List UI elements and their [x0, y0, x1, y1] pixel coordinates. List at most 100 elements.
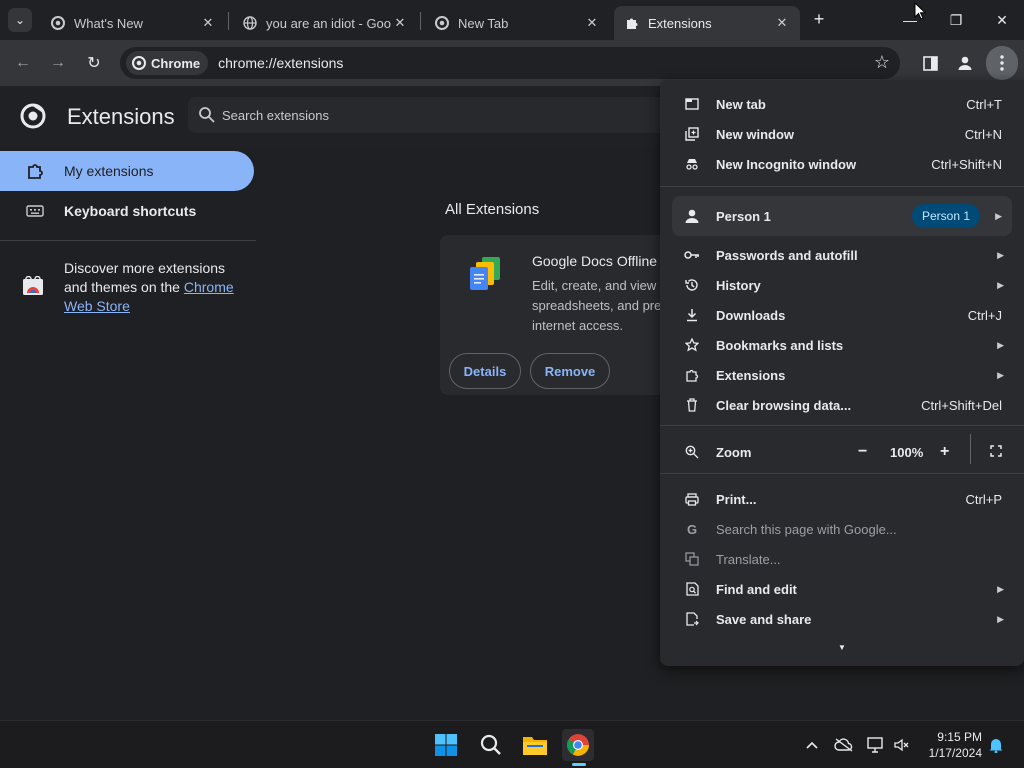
volume-button[interactable] — [892, 735, 912, 755]
download-icon — [684, 307, 700, 323]
new-tab-button[interactable]: + — [808, 8, 830, 32]
submenu-arrow-icon: ▶ — [997, 369, 1004, 380]
incognito-icon — [684, 156, 700, 172]
submenu-arrow-icon: ▶ — [997, 249, 1004, 260]
chevron-up-icon — [806, 741, 818, 749]
active-app-indicator — [572, 763, 586, 766]
maximize-button[interactable]: ❐ — [936, 8, 976, 32]
chrome-menu-button[interactable] — [986, 46, 1018, 80]
discover-more-text: Discover more extensions and themes on t… — [64, 259, 244, 316]
tab-close-icon[interactable]: ✕ — [392, 15, 408, 31]
chrome-taskbar-button[interactable] — [562, 729, 594, 761]
chip-label: Chrome — [151, 55, 201, 71]
menu-item-label: New tab — [716, 96, 766, 112]
menu-item-downloads[interactable]: Downloads Ctrl+J — [660, 300, 1024, 330]
menu-item-passwords[interactable]: Passwords and autofill ▶ — [660, 240, 1024, 270]
menu-item-shortcut: Ctrl+P — [965, 491, 1002, 507]
menu-divider — [660, 473, 1024, 474]
details-button[interactable]: Details — [449, 353, 521, 389]
person-badge: Person 1 — [911, 204, 980, 228]
tab-extensions[interactable]: Extensions ✕ — [614, 6, 800, 40]
menu-item-clear-browsing-data[interactable]: Clear browsing data... Ctrl+Shift+Del — [660, 390, 1024, 420]
reload-button[interactable]: ↻ — [81, 50, 107, 76]
menu-item-label: Extensions — [716, 367, 786, 383]
tab-title: What's New — [74, 15, 143, 31]
globe-icon — [242, 15, 258, 31]
zoom-level: 100% — [890, 444, 924, 460]
menu-item-new-window[interactable]: New window Ctrl+N — [660, 119, 1024, 149]
sidebar-item-my-extensions[interactable]: My extensions — [0, 151, 254, 191]
menu-item-new-incognito-window[interactable]: New Incognito window Ctrl+Shift+N — [660, 149, 1024, 179]
show-hidden-icons-button[interactable] — [802, 735, 822, 755]
clock-date: 1/17/2024 — [928, 746, 982, 760]
network-button[interactable] — [866, 735, 886, 755]
site-info-chip[interactable]: Chrome — [126, 51, 209, 75]
zoom-separator — [970, 434, 971, 464]
tab-google-search[interactable]: you are an idiot - Goo ✕ — [232, 6, 418, 40]
print-icon — [684, 491, 700, 507]
search-button[interactable] — [475, 729, 507, 761]
tab-close-icon[interactable]: ✕ — [200, 15, 216, 31]
sidebar-item-keyboard-shortcuts[interactable]: Keyboard shortcuts — [0, 191, 254, 231]
sidebar-divider — [0, 240, 256, 241]
menu-item-person[interactable]: Person 1 Person 1 ▶ — [672, 196, 1012, 236]
network-icon — [867, 737, 883, 753]
tab-title: New Tab — [458, 15, 509, 31]
tab-close-icon[interactable]: ✕ — [584, 15, 600, 31]
menu-item-label: New Incognito window — [716, 156, 857, 172]
search-icon — [199, 107, 215, 123]
back-button[interactable]: ← — [10, 50, 36, 76]
menu-item-bookmarks[interactable]: Bookmarks and lists ▶ — [660, 330, 1024, 360]
menu-item-shortcut: Ctrl+N — [964, 126, 1002, 142]
menu-item-label: New window — [716, 126, 794, 142]
translate-icon — [684, 551, 700, 567]
tab-new-tab[interactable]: New Tab ✕ — [424, 6, 610, 40]
menu-item-history[interactable]: History ▶ — [660, 270, 1024, 300]
menu-item-new-tab[interactable]: New tab Ctrl+T — [660, 89, 1024, 119]
history-icon — [684, 277, 700, 293]
menu-item-find-and-edit[interactable]: Find and edit ▶ — [660, 574, 1024, 604]
chrome-logo-icon — [20, 103, 46, 129]
url-text[interactable]: chrome://extensions — [218, 55, 343, 71]
onedrive-button[interactable] — [834, 735, 854, 755]
remove-button[interactable]: Remove — [530, 353, 610, 389]
menu-item-translate[interactable]: Translate... — [660, 544, 1024, 574]
menu-item-save-and-share[interactable]: Save and share ▶ — [660, 604, 1024, 634]
start-button[interactable] — [430, 729, 462, 761]
zoom-in-button[interactable]: + — [940, 443, 949, 461]
star-icon — [684, 337, 700, 353]
page-title: Extensions — [67, 104, 175, 129]
web-store-icon — [23, 276, 43, 295]
submenu-arrow-icon: ▶ — [995, 210, 1002, 221]
tab-search-button[interactable]: ⌄ — [8, 8, 32, 32]
menu-item-search-page[interactable]: G Search this page with Google... — [660, 514, 1024, 544]
menu-item-extensions[interactable]: Extensions ▶ — [660, 360, 1024, 390]
description-line: spreadsheets, and pres — [532, 298, 668, 313]
mouse-cursor-icon — [914, 2, 926, 20]
google-g-icon: G — [686, 521, 698, 537]
description-line: internet access. — [532, 318, 624, 333]
address-bar[interactable]: Chrome chrome://extensions ☆ — [120, 47, 900, 79]
menu-item-label: Downloads — [716, 307, 786, 323]
menu-item-print[interactable]: Print... Ctrl+P — [660, 484, 1024, 514]
menu-item-label: Print... — [716, 491, 757, 507]
tab-whats-new[interactable]: What's New ✕ — [40, 6, 226, 40]
zoom-out-button[interactable]: − — [858, 443, 867, 461]
file-explorer-button[interactable] — [519, 729, 551, 761]
profile-button[interactable] — [952, 50, 978, 76]
folder-icon — [523, 737, 547, 755]
close-window-button[interactable]: ✕ — [982, 8, 1022, 32]
chrome-favicon-icon — [434, 15, 450, 31]
more-items-caret-icon[interactable]: ▼ — [838, 643, 846, 652]
sidebar-item-label: My extensions — [64, 163, 154, 179]
tab-close-icon[interactable]: ✕ — [774, 15, 790, 31]
search-extensions-input[interactable]: Search extensions — [188, 97, 688, 133]
fullscreen-button[interactable] — [990, 444, 1002, 460]
submenu-arrow-icon: ▶ — [997, 339, 1004, 350]
notifications-button[interactable] — [986, 735, 1006, 755]
forward-button[interactable]: → — [45, 50, 71, 76]
side-panel-button[interactable] — [917, 50, 943, 76]
clock[interactable]: 9:15 PM 1/17/2024 — [910, 729, 982, 761]
menu-item-label: History — [716, 277, 761, 293]
bookmark-star-icon[interactable]: ☆ — [874, 52, 890, 73]
